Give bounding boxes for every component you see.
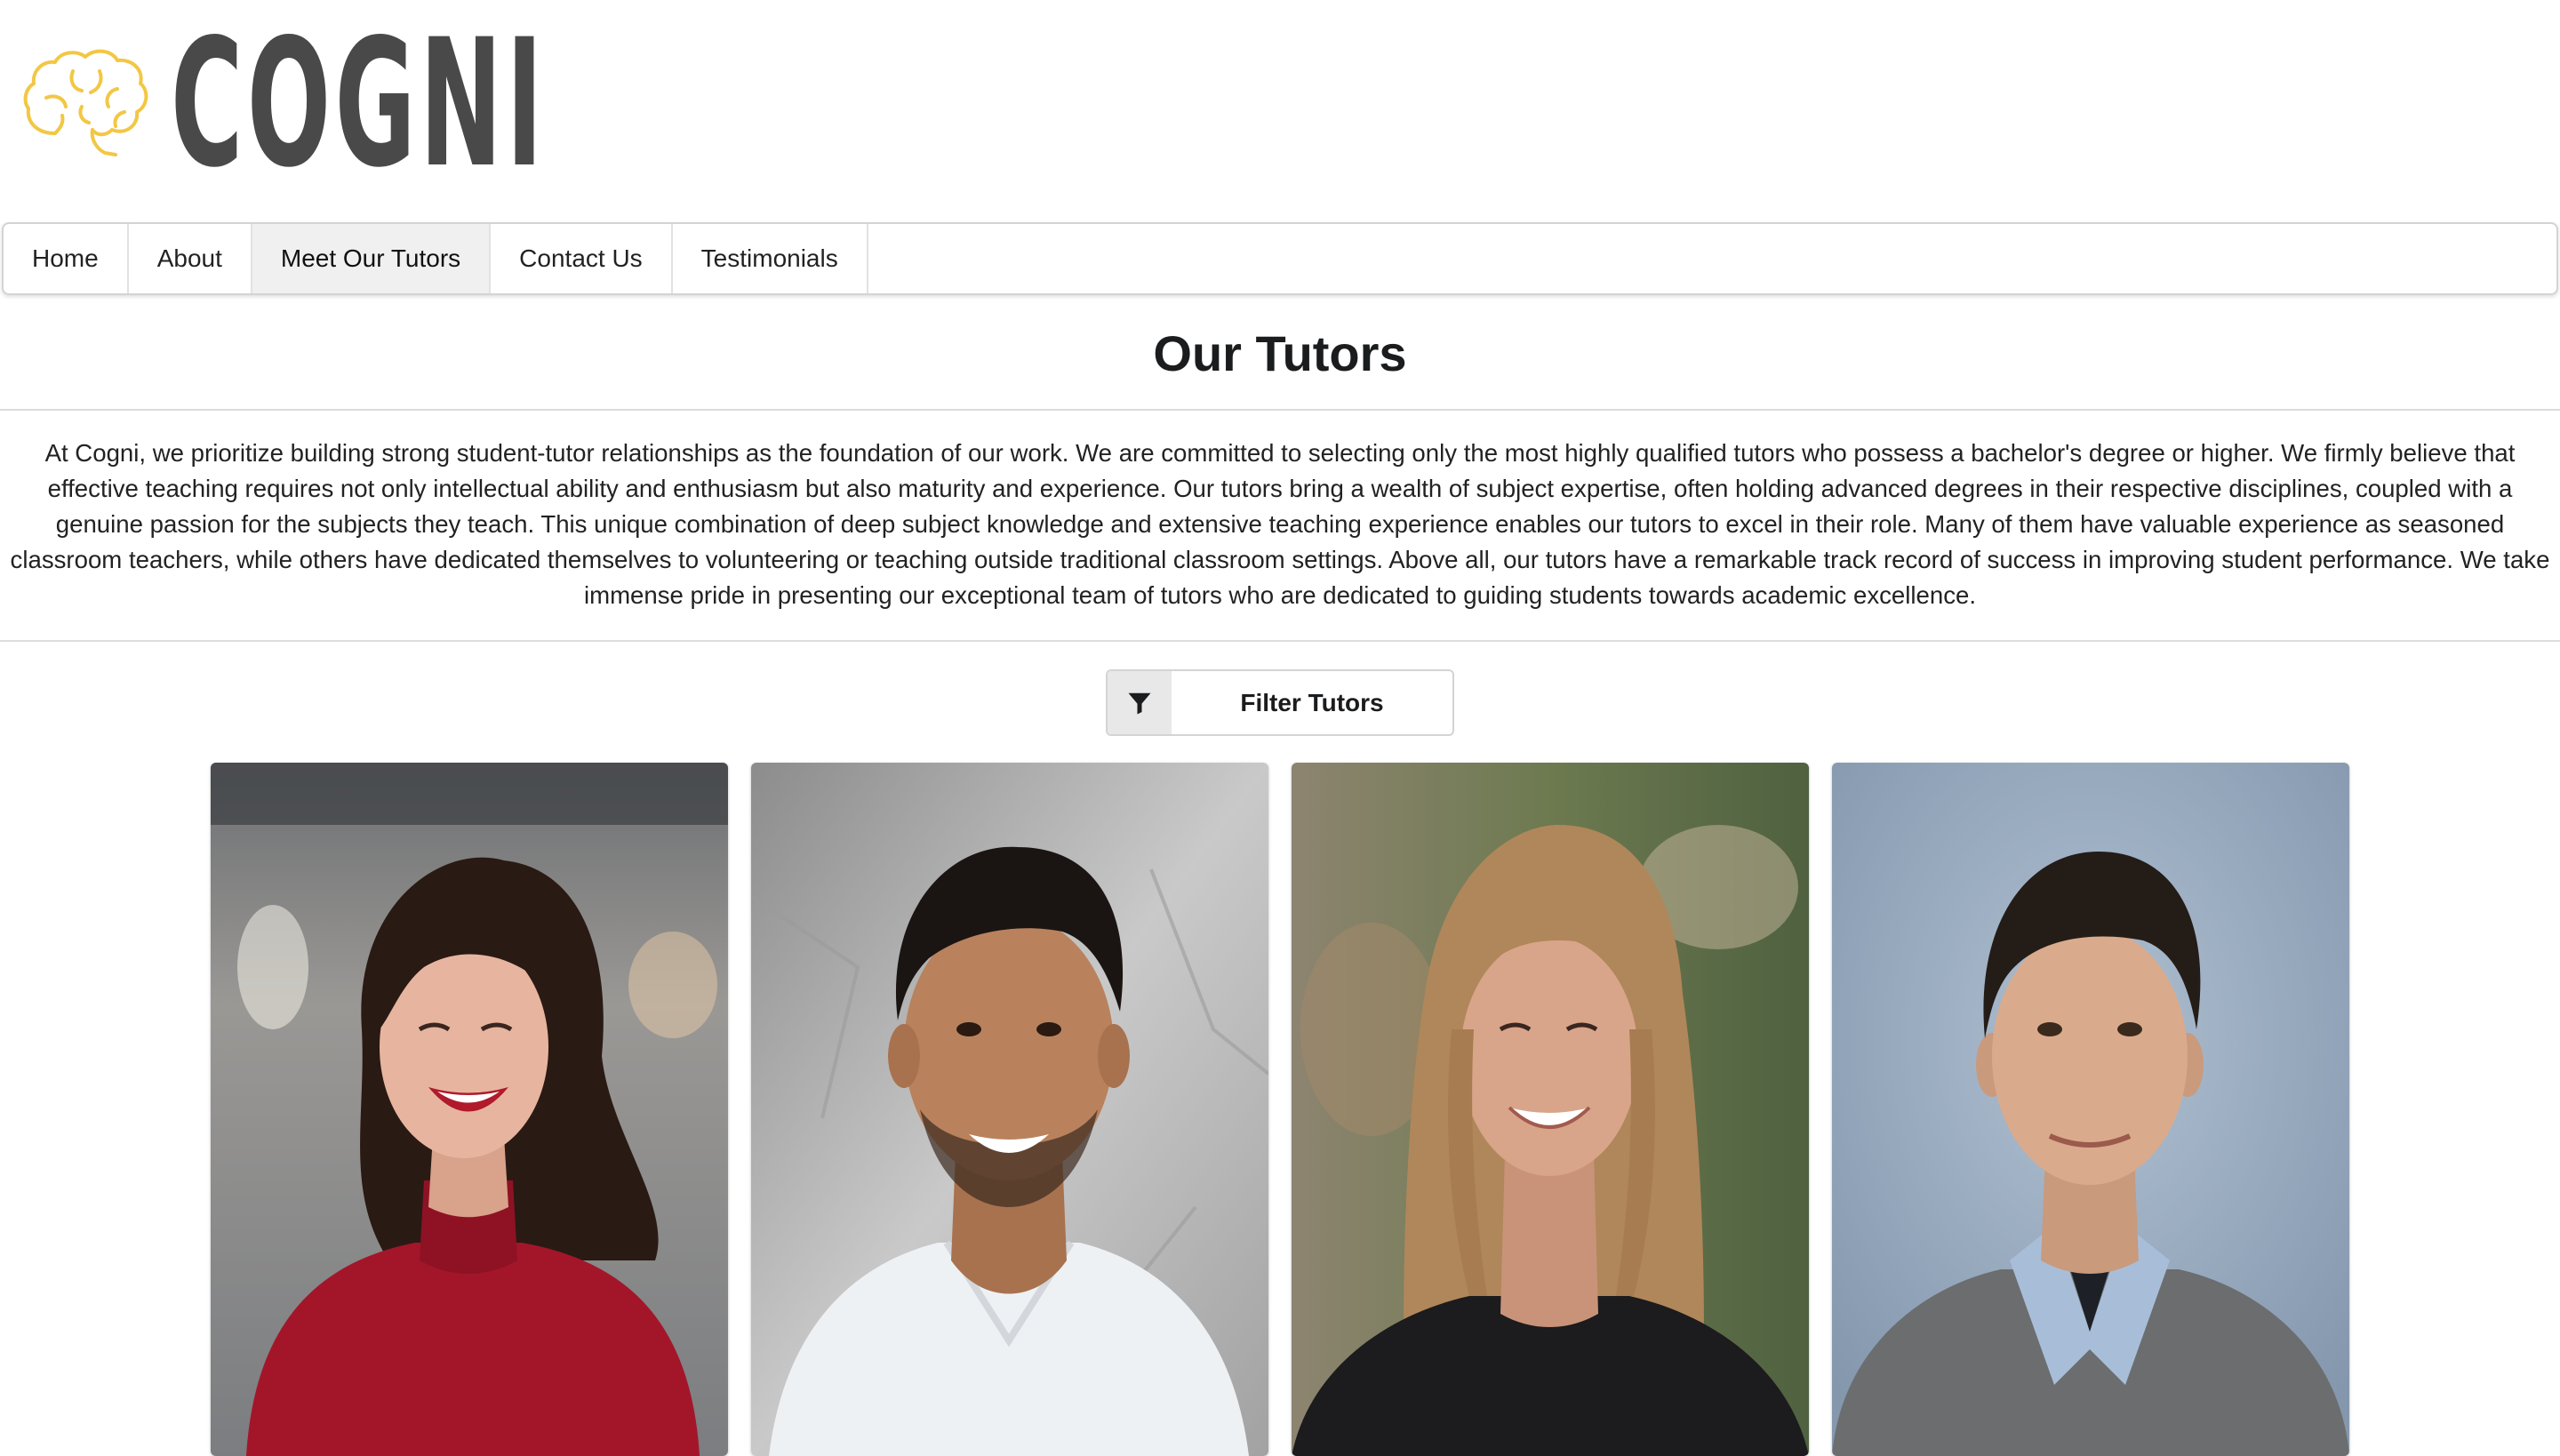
tutor-card[interactable] (1832, 763, 2349, 1456)
filter-tutors-button[interactable]: Filter Tutors (1106, 669, 1454, 736)
filter-icon (1108, 671, 1172, 734)
tutor-photo-man-white-tshirt (751, 763, 1268, 1456)
page-title: Our Tutors (1153, 325, 1407, 381)
tutor-photo-woman-red-sweater (211, 763, 728, 1456)
divider (0, 409, 2560, 411)
nav-item-testimonials[interactable]: Testimonials (673, 224, 868, 293)
nav-item-meet-our-tutors[interactable]: Meet Our Tutors (252, 224, 492, 293)
nav-item-about[interactable]: About (129, 224, 252, 293)
tutor-card[interactable] (751, 763, 1268, 1456)
tutor-grid (211, 763, 2349, 1456)
tutor-photo-man-grey-sweater (1832, 763, 2349, 1456)
filter-tutors-label: Filter Tutors (1240, 688, 1384, 716)
nav-item-home[interactable]: Home (4, 224, 129, 293)
main-navigation: Home About Meet Our Tutors Contact Us Te… (2, 222, 2558, 295)
tutor-card[interactable] (211, 763, 728, 1456)
tutor-photo-woman-long-hair (1292, 763, 1809, 1456)
site-header: COGNI (0, 0, 2560, 222)
tutor-card[interactable] (1292, 763, 1809, 1456)
nav-item-contact-us[interactable]: Contact Us (491, 224, 673, 293)
divider (0, 640, 2560, 642)
intro-paragraph: At Cogni, we prioritize building strong … (10, 439, 2550, 609)
brain-icon[interactable] (20, 44, 153, 160)
brand-logo-text[interactable]: COGNI (171, 16, 547, 192)
